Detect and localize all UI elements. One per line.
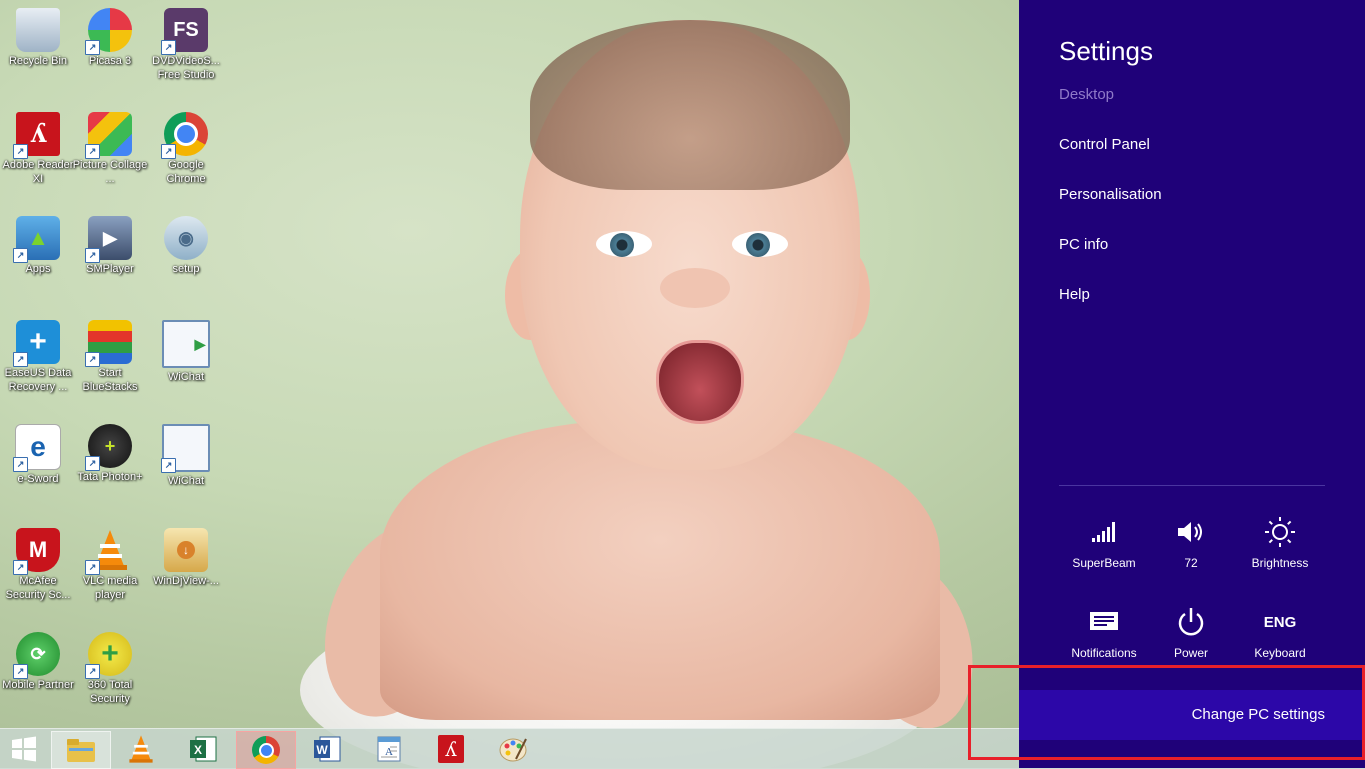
tata-photon-icon: + ↗ — [85, 424, 132, 471]
picasa-icon: ↗ — [85, 8, 132, 55]
wichat-window-icon: ↗ — [161, 424, 210, 473]
paint-icon — [499, 738, 527, 762]
chrome-icon: ↗ — [161, 112, 208, 159]
adobe-reader-icon: ʎ — [438, 735, 464, 763]
apps-folder-icon: ▲ ↗ — [13, 216, 60, 263]
desktop-icon-setup[interactable]: ◉ setup — [148, 216, 224, 276]
mcafee-icon: M ↗ — [13, 528, 60, 575]
excel-icon: X — [190, 736, 217, 762]
svg-text:A: A — [385, 746, 393, 758]
power-button[interactable]: Power — [1146, 602, 1236, 660]
taskbar-file-explorer[interactable] — [51, 731, 111, 769]
notifications-button[interactable]: Notifications — [1059, 602, 1149, 660]
taskbar-vlc[interactable] — [112, 731, 170, 767]
word-icon: W — [314, 736, 341, 762]
360-security-icon: + ↗ — [85, 632, 132, 679]
vlc-icon — [129, 735, 153, 763]
taskbar-chrome[interactable] — [236, 731, 296, 769]
esword-icon: e ↗ — [13, 424, 61, 472]
taskbar-excel[interactable]: X — [174, 731, 232, 767]
wichat-icon: ▶ — [162, 320, 210, 368]
mobile-partner-icon: ⟳ ↗ — [13, 632, 60, 679]
network-signal-icon — [1092, 522, 1115, 542]
vlc-icon: ↗ — [85, 528, 132, 575]
taskbar-wordpad[interactable]: A — [360, 731, 418, 767]
desktop-icon-recycle-bin[interactable]: Recycle Bin — [0, 8, 76, 68]
desktop-icon-adobe-reader[interactable]: ʎ ↗ Adobe Reader XI — [0, 112, 76, 186]
change-pc-settings-label: Change PC settings — [1191, 706, 1325, 723]
keyboard-icon: ENG — [1263, 613, 1297, 631]
recycle-bin-icon — [16, 8, 60, 52]
wallpaper-mouth — [656, 340, 744, 424]
wallpaper-eye-left — [596, 231, 652, 257]
settings-divider — [1059, 485, 1325, 486]
adobe-reader-icon: ʎ ↗ — [13, 112, 60, 159]
wallpaper-eye-right — [732, 231, 788, 257]
volume-icon — [1178, 522, 1202, 542]
control-panel-link[interactable]: Control Panel — [1059, 136, 1150, 153]
windows-start-icon — [12, 736, 36, 762]
smplayer-icon: ▶ ↗ — [85, 216, 132, 263]
volume-button[interactable]: 72 — [1146, 512, 1236, 570]
picture-collage-icon: ↗ — [85, 112, 132, 159]
notifications-label: Notifications — [1071, 646, 1137, 660]
desktop-icon-360-security[interactable]: + ↗ 360 Total Security — [72, 632, 148, 706]
taskbar-word[interactable]: W — [298, 731, 356, 767]
setup-icon: ◉ — [164, 216, 208, 260]
bluestacks-icon: ↗ — [85, 320, 132, 367]
settings-title: Settings — [1059, 36, 1153, 66]
notifications-icon — [1090, 612, 1118, 630]
power-label: Power — [1173, 646, 1208, 660]
desktop-icon-dvdvideosoft[interactable]: FS ↗ DVDVideoS... Free Studio — [148, 8, 224, 82]
desktop-icon-esword[interactable]: e ↗ e-Sword — [0, 424, 76, 486]
desktop-icon-mobile-partner[interactable]: ⟳ ↗ Mobile Partner — [0, 632, 76, 692]
change-pc-settings-button[interactable]: Change PC settings — [1019, 690, 1365, 740]
desktop-icon-bluestacks[interactable]: ↗ Start BlueStacks — [72, 320, 148, 394]
taskbar-adobe-reader[interactable]: ʎ — [422, 731, 480, 767]
keyboard-label: Keyboard — [1254, 646, 1306, 660]
network-button[interactable]: SuperBeam — [1059, 512, 1149, 570]
desktop-icon-picasa[interactable]: ↗ Picasa 3 — [72, 8, 148, 68]
power-icon — [1178, 608, 1204, 636]
desktop-icon-apps[interactable]: ▲ ↗ Apps — [0, 216, 76, 276]
desktop-icon-vlc[interactable]: ↗ VLC media player — [72, 528, 148, 602]
svg-text:W: W — [316, 743, 328, 757]
desktop-icon-wichat[interactable]: ▶ WiChat — [148, 320, 224, 384]
desktop-icon-windjview[interactable]: ↓ WinDjView-... — [148, 528, 224, 588]
help-link[interactable]: Help — [1059, 286, 1090, 303]
easeus-icon: + ↗ — [13, 320, 60, 367]
brightness-icon — [1265, 517, 1295, 547]
network-label: SuperBeam — [1072, 556, 1136, 570]
wallpaper-hair — [530, 20, 850, 190]
pc-info-link[interactable]: PC info — [1059, 236, 1108, 253]
volume-label: 72 — [1184, 556, 1198, 570]
file-explorer-icon — [67, 739, 95, 762]
desktop-icon-tata-photon[interactable]: + ↗ Tata Photon+ — [72, 424, 148, 484]
desktop-icon-smplayer[interactable]: ▶ ↗ SMPlayer — [72, 216, 148, 276]
desktop-icon-mcafee[interactable]: M ↗ McAfee Security Sc... — [0, 528, 76, 602]
wordpad-icon: A — [377, 736, 401, 762]
desktop-icon-easeus[interactable]: + ↗ EaseUS Data Recovery ... — [0, 320, 76, 394]
svg-text:X: X — [194, 743, 202, 757]
settings-context-label: Desktop — [1059, 86, 1115, 103]
keyboard-button[interactable]: ENG Keyboard — [1235, 602, 1325, 661]
taskbar-paint[interactable] — [484, 731, 542, 767]
windjview-icon: ↓ — [164, 528, 208, 572]
dvdvideosoft-icon: FS ↗ — [161, 8, 208, 55]
brightness-label: Brightness — [1251, 556, 1309, 570]
personalisation-link[interactable]: Personalisation — [1059, 186, 1162, 203]
desktop-icon-wichat-2[interactable]: ↗ WiChat — [148, 424, 224, 488]
desktop-icon-google-chrome[interactable]: ↗ Google Chrome — [148, 112, 224, 186]
settings-charm-panel: Settings Desktop Control Panel Personali… — [1019, 0, 1365, 768]
wallpaper-nose — [660, 268, 730, 308]
desktop-icon-picture-collage[interactable]: ↗ Picture Collage ... — [72, 112, 148, 186]
start-button[interactable] — [0, 731, 48, 767]
brightness-button[interactable]: Brightness — [1235, 512, 1325, 570]
chrome-icon — [252, 736, 280, 764]
